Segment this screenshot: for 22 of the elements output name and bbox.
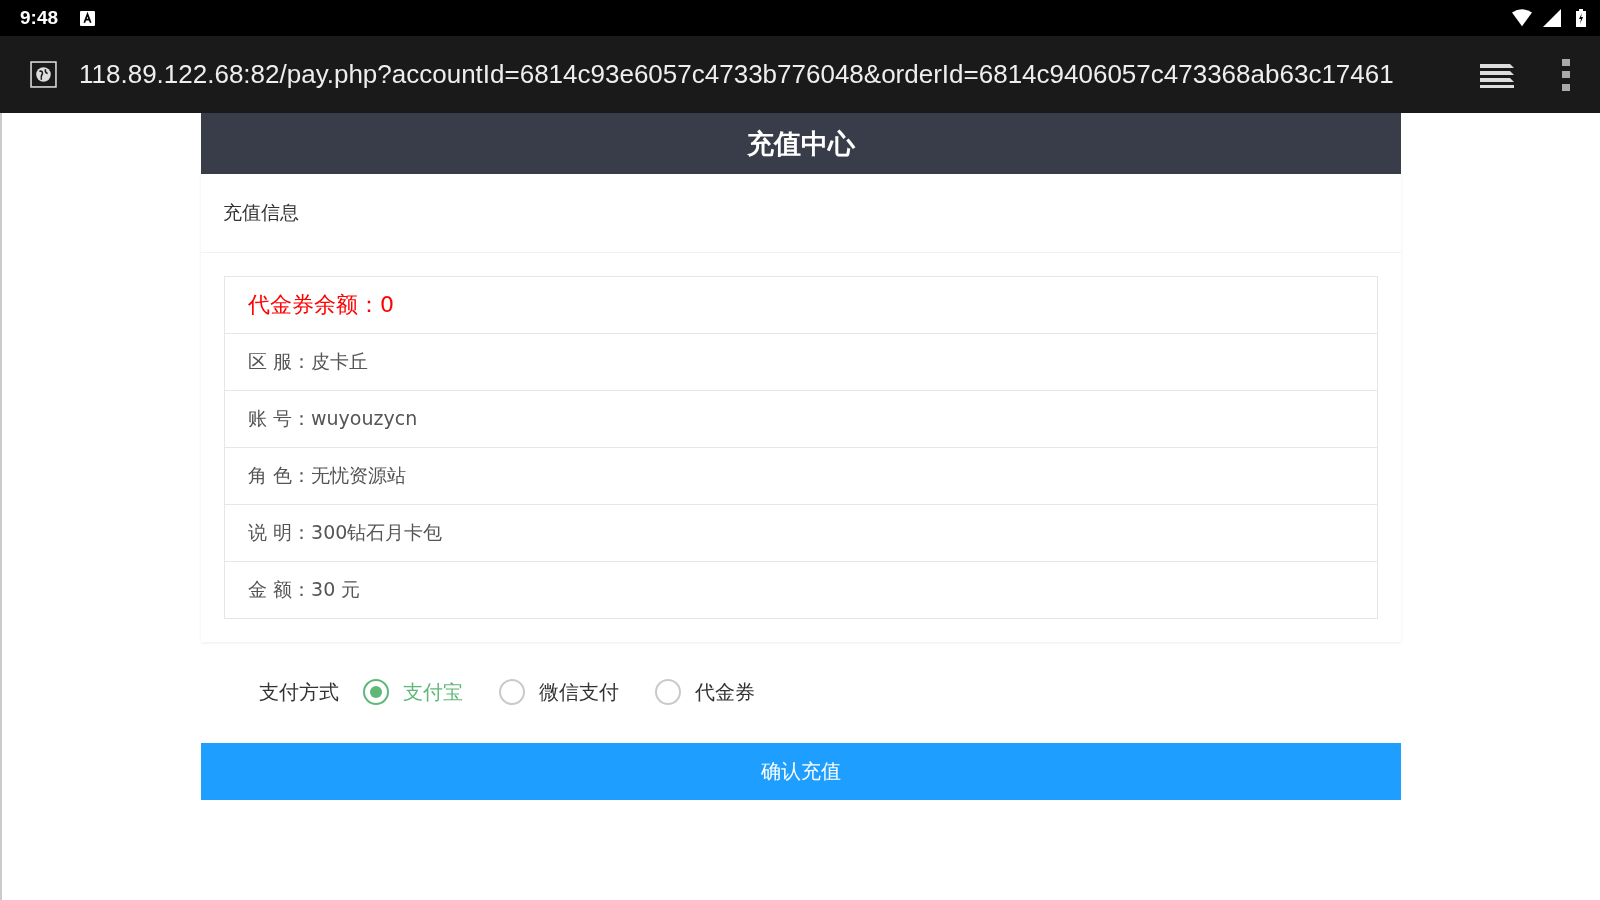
page-title: 充值中心: [747, 126, 855, 161]
signal-icon: [1542, 9, 1562, 27]
payment-label: 支付方式: [259, 678, 339, 706]
radio-button[interactable]: [499, 679, 525, 705]
payment-option[interactable]: 代金券: [695, 678, 755, 706]
wifi-icon: [1512, 9, 1532, 27]
notification-icon: [80, 10, 96, 26]
status-time: 9:48: [20, 7, 59, 29]
info-row: 角 色：无忧资源站: [225, 447, 1377, 504]
info-row-text: 代金券余额：0: [247, 291, 395, 319]
info-row: 说 明：300钻石月卡包: [225, 504, 1377, 561]
battery-icon: [1576, 9, 1586, 27]
info-row: 区 服：皮卡丘: [225, 333, 1377, 390]
tabs-icon[interactable]: [1480, 61, 1516, 88]
radio-button[interactable]: [363, 679, 389, 705]
payment-option[interactable]: 微信支付: [539, 678, 619, 706]
globe-icon: [30, 61, 57, 88]
section-title: 充值信息: [201, 174, 1401, 253]
more-menu-icon[interactable]: [1562, 58, 1570, 91]
info-row: 账 号：wuyouzycn: [225, 390, 1377, 447]
info-row: 金 额：30 元: [225, 561, 1377, 618]
radio-button[interactable]: [655, 679, 681, 705]
